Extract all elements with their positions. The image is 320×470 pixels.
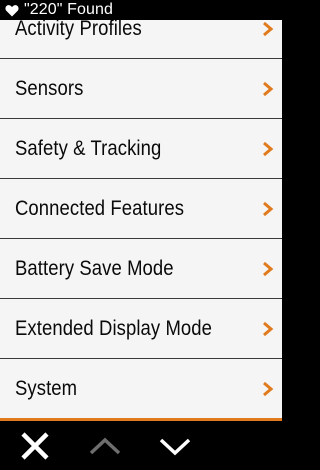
chevron-up-icon: [89, 437, 121, 455]
menu-item-sensors[interactable]: Sensors: [0, 59, 282, 119]
chevron-right-icon: [263, 141, 274, 156]
menu-item-label: Battery Save Mode: [15, 256, 174, 280]
chevron-right-icon: [263, 381, 274, 396]
chevron-right-icon: [263, 261, 274, 276]
menu-item-label: Safety & Tracking: [15, 136, 162, 160]
bottom-navigation-bar: [0, 421, 282, 470]
heart-icon: [4, 0, 20, 20]
settings-screen: Activity Profiles Sensors Safety & Track…: [0, 0, 282, 470]
chevron-right-icon: [263, 21, 274, 36]
menu-item-system[interactable]: System: [0, 359, 282, 419]
scroll-up-button[interactable]: [85, 427, 125, 465]
menu-item-label: Sensors: [15, 76, 84, 100]
menu-item-label: Extended Display Mode: [15, 316, 213, 340]
menu-item-label: Connected Features: [15, 196, 185, 220]
menu-item-label: System: [15, 376, 78, 400]
chevron-down-icon: [159, 438, 191, 456]
menu-item-safety-tracking[interactable]: Safety & Tracking: [0, 119, 282, 179]
close-icon: [21, 432, 49, 460]
notification-text: "220" Found: [24, 1, 113, 18]
chevron-right-icon: [263, 321, 274, 336]
menu-item-battery-save-mode[interactable]: Battery Save Mode: [0, 239, 282, 299]
scroll-down-button[interactable]: [155, 427, 195, 465]
close-button[interactable]: [15, 427, 55, 465]
chevron-right-icon: [263, 201, 274, 216]
menu-item-extended-display-mode[interactable]: Extended Display Mode: [0, 299, 282, 359]
menu-item-label: Activity Profiles: [15, 16, 142, 40]
notification-banner: "220" Found: [0, 0, 282, 20]
menu-item-connected-features[interactable]: Connected Features: [0, 179, 282, 239]
chevron-right-icon: [263, 81, 274, 96]
